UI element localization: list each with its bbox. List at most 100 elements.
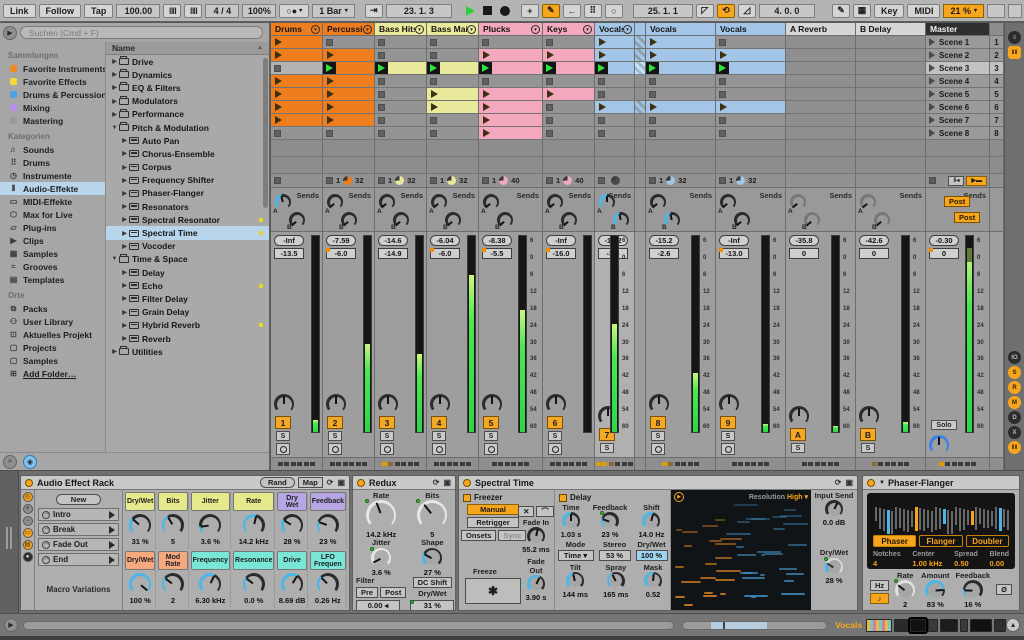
clip-stop-icon[interactable] xyxy=(598,177,605,184)
loop-button[interactable]: ⟲ xyxy=(716,3,735,18)
clip-slot[interactable] xyxy=(595,62,634,75)
expand-arrow-icon[interactable]: ▶ xyxy=(110,58,119,65)
scene-play-icon[interactable] xyxy=(929,116,935,124)
jitter-value[interactable]: 3.6 % xyxy=(372,568,391,577)
scene-number[interactable]: 7 xyxy=(990,114,1003,127)
pan-knob[interactable] xyxy=(482,394,502,414)
macro-label[interactable]: Rate xyxy=(233,492,275,511)
tree-item-frequency-shifter[interactable]: ▶ Frequency Shifter xyxy=(106,174,269,187)
macro-value[interactable]: 28 % xyxy=(283,537,300,546)
pan-knob[interactable] xyxy=(649,394,669,414)
clip-slot[interactable] xyxy=(543,62,594,75)
tap-tempo-button[interactable]: Tap xyxy=(84,3,114,18)
solo-button[interactable]: S xyxy=(484,431,498,441)
expand-arrow-icon[interactable]: ▶ xyxy=(120,309,129,316)
clip-play-icon[interactable] xyxy=(720,103,727,111)
variation-select-icon[interactable]: ◠ xyxy=(42,510,50,519)
expand-arrow-icon[interactable]: ▼ xyxy=(110,256,119,262)
clip-play-icon[interactable] xyxy=(275,77,282,85)
clip-slot[interactable] xyxy=(323,114,374,127)
clip-play-icon[interactable] xyxy=(650,51,657,59)
fade-out-knob[interactable] xyxy=(527,574,545,593)
detail-view-toggle-icon[interactable]: ▲ xyxy=(1006,618,1021,632)
redux-title-bar[interactable]: Redux ⟳ ▣ xyxy=(353,476,455,490)
clip-stop-icon[interactable] xyxy=(546,177,553,184)
volume-field[interactable]: -Inf xyxy=(546,235,576,246)
clip-slot[interactable] xyxy=(375,114,426,127)
arm-button[interactable] xyxy=(380,443,394,455)
tree-item-chorus-ensemble[interactable]: ▶ Chorus-Ensemble xyxy=(106,147,269,160)
volume-field[interactable]: -42.6 xyxy=(859,235,889,246)
macro-knob[interactable] xyxy=(242,573,265,595)
clip-slot[interactable] xyxy=(323,62,374,75)
chain-device-thumb-6[interactable] xyxy=(970,618,993,632)
scene-slot[interactable]: Scene 1 xyxy=(926,36,989,49)
filter-freq-slider[interactable]: 0.00 ◂ xyxy=(356,599,400,610)
pan-knob[interactable] xyxy=(546,394,566,414)
sidebar-item-samples[interactable]: ▢ Samples xyxy=(0,354,105,367)
variation-launch-icon[interactable] xyxy=(109,540,115,549)
group-rail-slot[interactable] xyxy=(635,88,645,101)
solo-button[interactable]: S xyxy=(721,431,735,441)
feedback-value[interactable]: 16 % xyxy=(964,600,981,609)
playing-clip-chip[interactable] xyxy=(479,62,492,74)
scene-number[interactable]: 6 xyxy=(990,101,1003,114)
macro-variations-toggle-icon[interactable]: ◎ xyxy=(22,492,33,502)
sidebar-item-user-library[interactable]: ⚇ User Library xyxy=(0,315,105,328)
clip-slot[interactable] xyxy=(375,88,426,101)
mode-flanger-button[interactable]: Flanger xyxy=(919,535,963,547)
tree-item-auto-pan[interactable]: ▶ Auto Pan xyxy=(106,134,269,147)
pan-knob[interactable] xyxy=(274,394,294,414)
arrangement-position-field[interactable]: 23. 1. 3 xyxy=(385,3,452,18)
track-menu-icon[interactable]: ▾ xyxy=(415,24,424,34)
time-value[interactable]: 1.03 s xyxy=(561,530,582,539)
clip-slot[interactable] xyxy=(323,88,374,101)
info-view-toggle-icon[interactable]: ▶ xyxy=(4,618,18,632)
expand-arrow-icon[interactable]: ▶ xyxy=(120,230,129,237)
macro-label[interactable]: Frequency xyxy=(190,551,231,570)
clip-slot[interactable] xyxy=(543,49,594,62)
return-track-slot[interactable] xyxy=(856,88,925,101)
spray-value[interactable]: 165 ms xyxy=(603,590,628,599)
play-button[interactable] xyxy=(465,5,475,16)
peak-level-field[interactable]: 0 xyxy=(789,248,819,259)
expand-arrow-icon[interactable]: ▶ xyxy=(110,348,119,355)
track-header[interactable]: A Reverb xyxy=(786,23,855,36)
tree-item-drive[interactable]: ▶ Drive xyxy=(106,55,269,68)
clip-slot[interactable] xyxy=(271,88,322,101)
tree-item-spectral-time[interactable]: ▶ Spectral Time xyxy=(106,226,269,240)
clip-slot[interactable] xyxy=(479,127,542,140)
macro-knob[interactable] xyxy=(199,573,222,595)
macro-label[interactable]: Mod Rate xyxy=(158,551,188,570)
clip-play-icon[interactable] xyxy=(720,51,727,59)
solo-button[interactable]: S xyxy=(791,443,805,453)
clip-play-icon[interactable] xyxy=(547,90,554,98)
clip-slot[interactable] xyxy=(543,88,594,101)
return-track-slot[interactable] xyxy=(856,75,925,88)
pan-knob[interactable] xyxy=(430,394,450,414)
clip-play-icon[interactable] xyxy=(483,129,490,137)
clip-play-icon[interactable] xyxy=(327,90,334,98)
scene-number[interactable]: 4 xyxy=(990,75,1003,88)
clip-slot[interactable] xyxy=(646,49,715,62)
scene-number[interactable]: 5 xyxy=(990,88,1003,101)
macro-label[interactable]: Bits xyxy=(158,492,188,511)
clip-slot[interactable] xyxy=(323,101,374,114)
sidebar-item-drums-percussion[interactable]: Drums & Percussion xyxy=(0,88,105,101)
track-menu-icon[interactable]: ▾ xyxy=(623,24,632,34)
clip-play-icon[interactable] xyxy=(483,116,490,124)
clip-slot[interactable] xyxy=(595,49,634,62)
xfade-button[interactable]: ✕ xyxy=(518,506,535,517)
rack-title-bar[interactable]: Audio Effect Rack Rand Map ⟳ ▣ xyxy=(21,476,349,490)
rate-knob[interactable] xyxy=(365,499,397,531)
playing-clip-chip[interactable] xyxy=(716,62,729,74)
clip-slot[interactable] xyxy=(646,88,715,101)
clip-slot[interactable] xyxy=(479,114,542,127)
clip-slot[interactable] xyxy=(646,114,715,127)
volume-field[interactable]: -Inf xyxy=(274,235,304,246)
input-send-knob[interactable] xyxy=(825,500,843,519)
param-value[interactable]: 1.00 kHz xyxy=(912,559,942,568)
send-b-pre-post-toggle[interactable]: Post xyxy=(954,212,981,223)
variation-row-end[interactable]: ◠ End xyxy=(38,553,119,566)
playing-clip-chip[interactable] xyxy=(543,62,556,74)
